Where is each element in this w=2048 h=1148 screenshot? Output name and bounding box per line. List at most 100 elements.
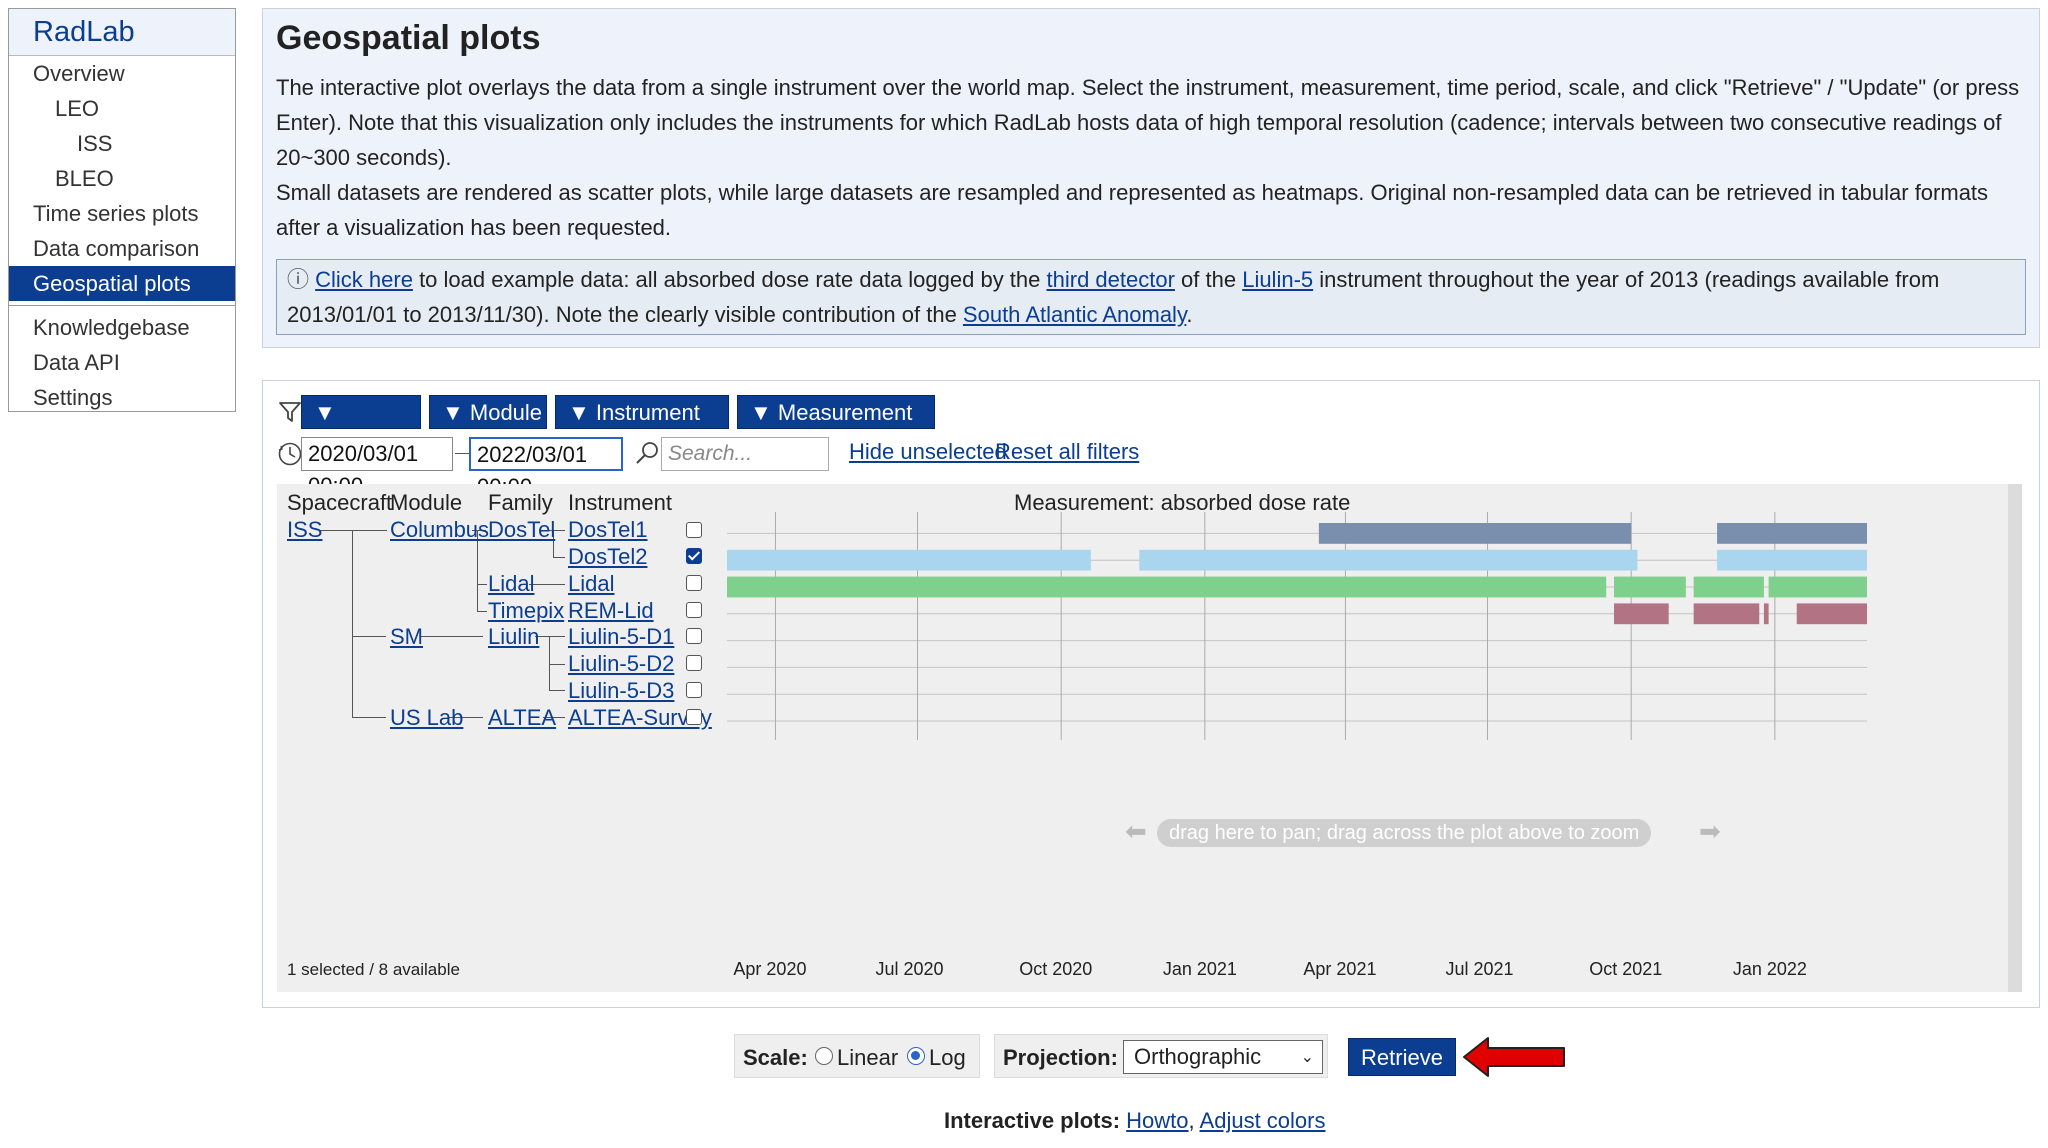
- chevron-down-icon: ⌄: [1300, 1049, 1314, 1066]
- projection-control: Projection: Orthographic ⌄: [994, 1034, 1328, 1078]
- hide-unselected-link[interactable]: Hide unselected: [849, 439, 1007, 465]
- howto-link[interactable]: Howto: [1126, 1108, 1188, 1133]
- sidebar-divider: [9, 305, 235, 306]
- spacecraft-column-header: Spacecraft: [287, 490, 393, 515]
- module-link-columbus[interactable]: Columbus: [390, 517, 489, 543]
- instrument-column-header: Instrument: [568, 490, 672, 515]
- scrollbar[interactable]: [2008, 484, 2022, 992]
- pan-hint[interactable]: drag here to pan; drag across the plot a…: [1157, 819, 1652, 847]
- sidebar-item-overview[interactable]: Overview: [9, 56, 235, 91]
- brand-title[interactable]: RadLab: [9, 9, 235, 56]
- instrument-family-filter-button[interactable]: ▼ Instrument family: [555, 395, 729, 459]
- pan-right-arrow: ➡: [1699, 816, 1721, 846]
- time-axis-tick-label: Jan 2022: [1732, 959, 1807, 979]
- end-date-input[interactable]: 2022/03/01 00:00: [469, 437, 623, 499]
- third-detector-link[interactable]: third detector: [1047, 267, 1175, 292]
- click-here-link[interactable]: Click here: [315, 267, 413, 292]
- instrument-checkbox-dostel2[interactable]: [686, 548, 702, 564]
- measurement-filter-button[interactable]: ▼ Measurement: [737, 395, 935, 429]
- retrieve-button[interactable]: Retrieve: [1348, 1038, 1456, 1076]
- availability-bar[interactable]: [1693, 603, 1760, 625]
- projection-select[interactable]: Orthographic ⌄: [1123, 1040, 1323, 1074]
- family-link-lidal[interactable]: Lidal: [488, 571, 534, 597]
- availability-bar[interactable]: [1768, 576, 1867, 598]
- module-filter-button[interactable]: ▼ Module: [429, 395, 547, 429]
- page-title: Geospatial plots: [276, 19, 541, 57]
- availability-bar[interactable]: [1763, 603, 1769, 625]
- instrument-link-liulin-5-d1[interactable]: Liulin-5-D1: [568, 624, 674, 650]
- sidebar-item-knowledgebase[interactable]: Knowledgebase: [9, 310, 235, 345]
- time-axis-tick-label: Apr 2021: [1303, 959, 1377, 979]
- intro-paragraph-2: Small datasets are rendered as scatter p…: [276, 180, 1989, 240]
- sidebar-item-geospatial-plots[interactable]: Geospatial plots: [9, 266, 235, 301]
- info-icon: ⓘ: [287, 267, 310, 292]
- search-icon: [636, 442, 658, 464]
- family-link-timepix[interactable]: Timepix: [488, 598, 564, 624]
- time-axis-tick-label: Oct 2020: [1019, 959, 1093, 979]
- adjust-colors-link[interactable]: Adjust colors: [1200, 1108, 1326, 1133]
- instrument-checkbox-rem-lid[interactable]: [686, 602, 702, 618]
- instrument-checkbox-liulin-5-d1[interactable]: [686, 628, 702, 644]
- sidebar-item-iss[interactable]: ISS: [9, 126, 235, 161]
- module-link-sm[interactable]: SM: [390, 624, 423, 650]
- availability-bar[interactable]: [1693, 576, 1764, 598]
- start-date-input[interactable]: 2020/03/01 00:00: [301, 437, 453, 498]
- time-axis-tick-label: Oct 2021: [1589, 959, 1663, 979]
- instrument-link-liulin-5-d2[interactable]: Liulin-5-D2: [568, 651, 674, 677]
- availability-bar[interactable]: [1796, 603, 1867, 625]
- time-axis-tick-label: Jul 2020: [875, 959, 944, 979]
- liulin-5-link[interactable]: Liulin-5: [1242, 267, 1313, 292]
- pan-left-arrow: ⬅: [1125, 816, 1147, 846]
- reset-all-filters-link[interactable]: Reset all filters: [995, 439, 1139, 465]
- instrument-link-dostel1[interactable]: DosTel1: [568, 517, 647, 543]
- availability-bar[interactable]: [1717, 523, 1867, 544]
- family-link-altea[interactable]: ALTEA: [488, 705, 556, 731]
- south-atlantic-anomaly-link[interactable]: South Atlantic Anomaly: [963, 302, 1186, 327]
- availability-bar[interactable]: [1318, 523, 1632, 544]
- availability-bar[interactable]: [1717, 549, 1867, 571]
- availability-timeline[interactable]: [727, 512, 1877, 742]
- instrument-checkbox-altea-survey[interactable]: [686, 709, 702, 725]
- time-axis-tick-label: Jan 2021: [1162, 959, 1237, 979]
- sidebar-item-leo[interactable]: LEO: [9, 91, 235, 126]
- intro-paragraph-1: The interactive plot overlays the data f…: [276, 75, 2020, 170]
- scale-label: Scale:: [743, 1045, 808, 1070]
- availability-bar[interactable]: [1614, 576, 1686, 598]
- instrument-link-liulin-5-d3[interactable]: Liulin-5-D3: [568, 678, 674, 704]
- family-link-dostel[interactable]: DosTel: [488, 517, 555, 543]
- sidebar: RadLab Overview LEO ISS BLEO Time series…: [8, 8, 236, 412]
- family-link-liulin[interactable]: Liulin: [488, 624, 539, 650]
- availability-bar[interactable]: [727, 549, 1091, 571]
- scale-option-linear[interactable]: Linear: [837, 1045, 898, 1071]
- spacecraft-link-iss[interactable]: ISS: [287, 517, 322, 543]
- scale-radio-log[interactable]: [907, 1047, 925, 1065]
- sidebar-item-bleo[interactable]: BLEO: [9, 161, 235, 196]
- scale-radio-linear[interactable]: [815, 1047, 833, 1065]
- instrument-checkbox-lidal[interactable]: [686, 575, 702, 591]
- availability-bar[interactable]: [1614, 603, 1669, 625]
- projection-label: Projection:: [1003, 1045, 1118, 1070]
- sidebar-item-data-api[interactable]: Data API: [9, 345, 235, 380]
- scale-option-log[interactable]: Log: [929, 1045, 966, 1071]
- projection-value: Orthographic: [1134, 1044, 1262, 1069]
- availability-bar[interactable]: [1139, 549, 1638, 571]
- sidebar-item-time-series-plots[interactable]: Time series plots: [9, 196, 235, 231]
- search-input[interactable]: [661, 437, 829, 471]
- availability-bar[interactable]: [727, 576, 1607, 598]
- sidebar-item-settings[interactable]: Settings: [9, 380, 235, 415]
- sidebar-item-data-comparison[interactable]: Data comparison: [9, 231, 235, 266]
- family-column-header: Family: [488, 490, 553, 515]
- module-link-us-lab[interactable]: US Lab: [390, 705, 463, 731]
- time-axis-tick-label: Apr 2020: [733, 959, 807, 979]
- instrument-link-lidal[interactable]: Lidal: [568, 571, 614, 597]
- instrument-checkbox-liulin-5-d3[interactable]: [686, 682, 702, 698]
- instrument-checkbox-dostel1[interactable]: [686, 522, 702, 538]
- instrument-checkbox-liulin-5-d2[interactable]: [686, 655, 702, 671]
- footer: Interactive plots: Howto, Adjust colors: [944, 1108, 1326, 1134]
- intro-panel: Geospatial plots The interactive plot ov…: [262, 8, 2040, 348]
- instrument-link-dostel2[interactable]: DosTel2: [568, 544, 647, 570]
- spacecraft-filter-button[interactable]: ▼ Spacecraft: [301, 395, 421, 459]
- module-column-header: Module: [390, 490, 463, 515]
- instrument-link-rem-lid[interactable]: REM-Lid: [568, 598, 654, 624]
- instrument-table: Spacecraft Module Family Instrument Meas…: [277, 484, 2022, 992]
